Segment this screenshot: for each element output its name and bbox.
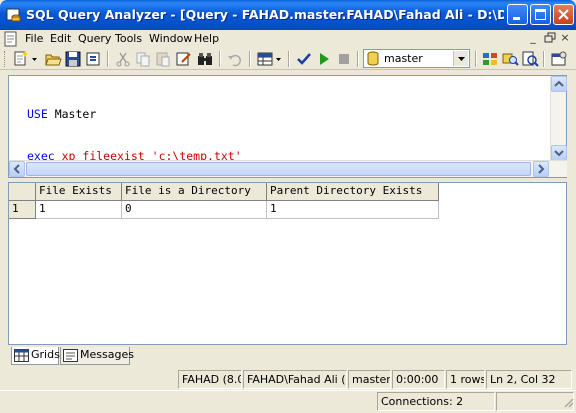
scroll-up-icon[interactable]	[551, 76, 567, 92]
menu-window[interactable]: Window	[149, 32, 192, 45]
show-plan-icon[interactable]	[521, 50, 539, 68]
column-header[interactable]: File is a Directory	[122, 183, 267, 201]
scroll-down-icon[interactable]	[551, 145, 567, 161]
parse-query-icon[interactable]	[295, 50, 313, 68]
status-row-count: 1 rows	[446, 370, 485, 389]
properties-icon[interactable]	[550, 50, 568, 68]
editor-vertical-scrollbar[interactable]	[550, 76, 567, 161]
editor-horizontal-scrollbar[interactable]	[9, 160, 567, 177]
status-elapsed-time: 0:00:00	[392, 370, 445, 389]
cancel-query-icon[interactable]	[335, 50, 353, 68]
resize-grip-icon[interactable]	[562, 396, 574, 408]
results-mode-icon[interactable]	[256, 50, 274, 68]
toolbar-separator	[107, 51, 109, 67]
menu-bar: File Edit Query Tools Window Help _ ×	[0, 30, 576, 48]
column-header[interactable]: File Exists	[36, 183, 122, 201]
toolbar-separator	[475, 51, 477, 67]
status-server: FAHAD (8.0)	[178, 370, 242, 389]
toolbar-separator	[288, 51, 290, 67]
results-grid[interactable]: File Exists File is a Directory Parent D…	[8, 182, 567, 345]
grid-cell[interactable]: 1	[36, 201, 122, 219]
toolbar: master	[0, 48, 576, 70]
title-bar: SQL Query Analyzer - [Query - FAHAD.mast…	[0, 0, 576, 30]
new-query-icon[interactable]	[12, 50, 30, 68]
execute-icon[interactable]	[315, 50, 333, 68]
menu-edit[interactable]: Edit	[50, 32, 71, 45]
sql-keyword: USE	[27, 107, 48, 121]
toolbar-separator	[543, 51, 545, 67]
close-button[interactable]	[553, 4, 574, 25]
query-editor[interactable]: USE Master exec xp_fileexist 'c:\temp.tx…	[8, 75, 567, 178]
cut-icon[interactable]	[114, 50, 132, 68]
mdi-minimize-button[interactable]: _	[526, 32, 540, 45]
chevron-down-icon[interactable]	[453, 51, 468, 66]
sql-text: Master	[47, 107, 97, 121]
status-database: master	[348, 370, 391, 389]
tab-messages[interactable]: Messages	[60, 347, 134, 365]
copy-icon[interactable]	[134, 50, 152, 68]
mdi-close-button[interactable]: ×	[558, 32, 572, 45]
grid-icon	[14, 349, 29, 362]
grid-corner[interactable]	[9, 183, 36, 201]
maximize-button[interactable]	[530, 4, 551, 25]
toolbar-separator	[249, 51, 251, 67]
database-select-value: master	[384, 52, 423, 65]
database-select[interactable]: master	[363, 49, 470, 68]
tab-label: Messages	[80, 348, 134, 361]
open-icon[interactable]	[44, 50, 62, 68]
column-header[interactable]: Parent Directory Exists	[267, 183, 439, 201]
paste-icon[interactable]	[154, 50, 172, 68]
results-tabs: Grids Messages	[8, 345, 567, 365]
object-search-icon[interactable]	[501, 50, 519, 68]
messages-icon	[63, 349, 78, 362]
undo-icon[interactable]	[226, 50, 244, 68]
toolbar-grip[interactable]	[4, 51, 7, 67]
scroll-left-icon[interactable]	[9, 161, 25, 177]
menu-file[interactable]: File	[25, 32, 43, 45]
grid-cell[interactable]: 1	[267, 201, 439, 219]
menu-query[interactable]: Query	[78, 32, 111, 45]
scroll-right-icon[interactable]	[533, 161, 549, 177]
toolbar-separator	[219, 51, 221, 67]
mdi-restore-button[interactable]	[543, 32, 557, 45]
status-bar: FAHAD (8.0) FAHAD\Fahad Ali (53) master …	[0, 369, 576, 390]
code-line: USE Master	[27, 107, 242, 121]
status-cursor-position: Ln 2, Col 32	[486, 370, 572, 389]
connection-status-bar: Connections: 2	[0, 390, 576, 411]
status-connections: Connections: 2	[377, 392, 495, 411]
toolbar-separator	[357, 51, 359, 67]
tab-label: Grids	[31, 348, 60, 361]
query-analyzer-app-icon	[6, 7, 22, 23]
row-header[interactable]: 1	[9, 201, 36, 219]
new-query-dropdown-icon[interactable]	[31, 50, 39, 68]
window-title: SQL Query Analyzer - [Query - FAHAD.mast…	[26, 7, 504, 22]
clear-window-icon[interactable]	[174, 50, 192, 68]
results-mode-dropdown-icon[interactable]	[275, 50, 283, 68]
grid-cell[interactable]: 0	[122, 201, 267, 219]
load-script-icon[interactable]	[84, 50, 102, 68]
tab-grids[interactable]: Grids	[11, 347, 60, 365]
save-icon[interactable]	[64, 50, 82, 68]
menu-help[interactable]: Help	[194, 32, 219, 45]
minimize-button[interactable]	[507, 4, 528, 25]
scrollbar-thumb[interactable]	[26, 162, 531, 176]
status-user: FAHAD\Fahad Ali (53)	[243, 370, 347, 389]
query-document-icon[interactable]	[3, 31, 19, 47]
object-browser-icon[interactable]	[481, 50, 499, 68]
database-icon	[366, 51, 380, 69]
menu-tools[interactable]: Tools	[115, 32, 142, 45]
find-icon[interactable]	[196, 50, 214, 68]
